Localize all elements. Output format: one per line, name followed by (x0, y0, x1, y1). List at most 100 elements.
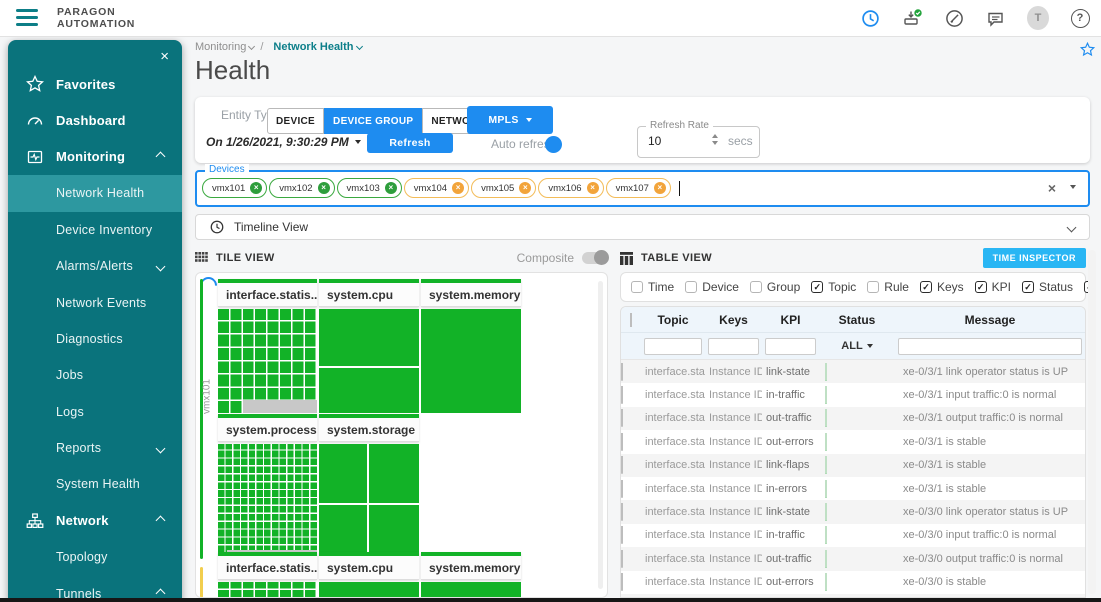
table-row[interactable]: interface.sta...Instance ID: ...in-traff… (621, 524, 1085, 547)
entity-button-device-group[interactable]: DEVICE GROUP (324, 108, 422, 134)
tile-interface-statistics[interactable]: interface.statis... (218, 552, 317, 598)
row-checkbox[interactable] (621, 386, 623, 404)
remove-device-icon[interactable]: × (587, 182, 599, 194)
avatar[interactable]: T (1027, 7, 1049, 29)
remove-device-icon[interactable]: × (452, 182, 464, 194)
datetime-selector[interactable]: On 1/26/2021, 9:30:29 PM (206, 135, 361, 149)
message-filter-input[interactable] (898, 338, 1082, 355)
column-header-message[interactable]: Message (895, 313, 1085, 327)
breadcrumb-current[interactable]: Network Health (273, 41, 353, 53)
help-icon[interactable]: ? (1069, 7, 1091, 29)
refresh-rate-input[interactable] (646, 133, 690, 149)
dropdown-arrow-icon[interactable] (1070, 185, 1076, 189)
checkbox-icon[interactable]: ✓ (811, 281, 823, 293)
clear-icon[interactable]: × (1048, 180, 1056, 196)
table-row[interactable]: interface.sta...Instance ID: ...link-sta… (621, 360, 1085, 383)
column-toggle-time[interactable]: Time (631, 280, 674, 294)
row-checkbox[interactable] (621, 526, 623, 544)
composite-toggle[interactable] (582, 252, 608, 264)
column-header-keys[interactable]: Keys (705, 313, 762, 327)
table-row[interactable]: interface.sta...Instance ID: ...in-traff… (621, 383, 1085, 406)
tile-system-storage[interactable]: system.storage (319, 414, 419, 560)
table-row[interactable]: interface.sta...Instance ID: ...link-fla… (621, 454, 1085, 477)
clock-icon[interactable] (859, 7, 881, 29)
checkbox-icon[interactable] (631, 281, 643, 293)
device-chip-vmx101[interactable]: vmx101× (202, 178, 267, 198)
refresh-rate-stepper[interactable] (712, 134, 718, 145)
checkbox-icon[interactable]: ✓ (975, 281, 987, 293)
device-sync-icon[interactable] (901, 7, 923, 29)
sidebar-item-diagnostics[interactable]: Diagnostics (8, 321, 182, 357)
table-row[interactable]: interface.sta...Instance ID: ...out-traf… (621, 407, 1085, 430)
row-checkbox[interactable] (621, 550, 623, 568)
remove-device-icon[interactable]: × (250, 182, 262, 194)
row-checkbox[interactable] (621, 503, 623, 521)
breadcrumb-parent[interactable]: Monitoring (195, 41, 246, 53)
checkbox-icon[interactable]: ✓ (920, 281, 932, 293)
column-toggle-device[interactable]: Device (685, 280, 739, 294)
device-chip-vmx105[interactable]: vmx105× (471, 178, 536, 198)
column-header-status[interactable]: Status (819, 313, 895, 327)
sidebar-item-dashboard[interactable]: Dashboard (8, 102, 182, 138)
table-row[interactable]: interface.sta...Instance ID: ...out-erro… (621, 571, 1085, 594)
sidebar-item-topology[interactable]: Topology (8, 539, 182, 575)
keys-filter-input[interactable] (708, 338, 759, 355)
kpi-filter-input[interactable] (765, 338, 816, 355)
scrollbar[interactable] (598, 281, 603, 589)
entity-button-device[interactable]: DEVICE (267, 108, 324, 134)
sidebar-item-logs[interactable]: Logs (8, 394, 182, 430)
remove-device-icon[interactable]: × (385, 182, 397, 194)
device-chip-vmx104[interactable]: vmx104× (404, 178, 469, 198)
remove-device-icon[interactable]: × (654, 182, 666, 194)
row-checkbox[interactable] (621, 456, 623, 474)
row-checkbox[interactable] (621, 480, 623, 498)
checkbox-icon[interactable]: ✓ (1022, 281, 1034, 293)
feedback-icon[interactable] (985, 7, 1007, 29)
tile-system-cpu[interactable]: system.cpu (319, 279, 419, 413)
column-header-topic[interactable]: Topic (641, 313, 705, 327)
refresh-button[interactable]: Refresh (367, 133, 453, 153)
tile-system-processes[interactable]: system.process... (218, 414, 317, 560)
pen-circle-icon[interactable] (943, 7, 965, 29)
remove-device-icon[interactable]: × (318, 182, 330, 194)
table-row[interactable]: interface.sta...Instance ID: ...in-error… (621, 477, 1085, 500)
mpls-dropdown-button[interactable]: MPLS (467, 106, 553, 134)
column-header-kpi[interactable]: KPI (762, 313, 819, 327)
time-inspector-button[interactable]: TIME INSPECTOR (983, 248, 1086, 268)
table-row[interactable]: interface.sta...Instance ID: ...link-sta… (621, 500, 1085, 523)
checkbox-icon[interactable] (685, 281, 697, 293)
sidebar-item-alarms-alerts[interactable]: Alarms/Alerts (8, 248, 182, 284)
row-checkbox[interactable] (621, 363, 623, 381)
topic-filter-input[interactable] (644, 338, 702, 355)
row-checkbox[interactable] (621, 433, 623, 451)
chevron-down-icon[interactable] (1067, 222, 1077, 232)
device-chip-vmx102[interactable]: vmx102× (269, 178, 334, 198)
sidebar-item-jobs[interactable]: Jobs (8, 357, 182, 393)
close-icon[interactable]: × (160, 48, 169, 65)
favorite-star-icon[interactable] (1080, 42, 1095, 57)
tile-interface-statistics[interactable]: interface.statis... (218, 279, 317, 413)
remove-device-icon[interactable]: × (519, 182, 531, 194)
sidebar-item-network[interactable]: Network (8, 503, 182, 539)
column-toggle-keys[interactable]: ✓Keys (920, 280, 964, 294)
device-chip-vmx103[interactable]: vmx103× (337, 178, 402, 198)
table-row[interactable]: interface.sta...Instance ID: ...out-erro… (621, 430, 1085, 453)
checkbox-icon[interactable] (750, 281, 762, 293)
tile-system-memory[interactable]: system.memory (421, 279, 521, 413)
sidebar-item-system-health[interactable]: System Health (8, 466, 182, 502)
sidebar-item-monitoring[interactable]: Monitoring (8, 139, 182, 175)
column-toggle-status[interactable]: ✓Status (1022, 280, 1073, 294)
scrollbar[interactable] (1088, 250, 1096, 594)
device-chip-vmx106[interactable]: vmx106× (538, 178, 603, 198)
timeline-view-bar[interactable]: Timeline View (195, 214, 1090, 240)
table-row[interactable]: interface.sta...Instance ID: ...out-traf… (621, 547, 1085, 570)
sidebar-item-network-health[interactable]: Network Health (8, 175, 182, 211)
column-toggle-rule[interactable]: Rule (867, 280, 909, 294)
row-checkbox[interactable] (621, 409, 623, 427)
sidebar-item-reports[interactable]: Reports (8, 430, 182, 466)
hamburger-menu-icon[interactable] (16, 9, 38, 30)
tile-system-memory[interactable]: system.memory (421, 552, 521, 598)
sidebar-item-favorites[interactable]: Favorites (8, 66, 182, 102)
devices-field[interactable]: Devices vmx101×vmx102×vmx103×vmx104×vmx1… (195, 170, 1090, 207)
column-toggle-kpi[interactable]: ✓KPI (975, 280, 1011, 294)
